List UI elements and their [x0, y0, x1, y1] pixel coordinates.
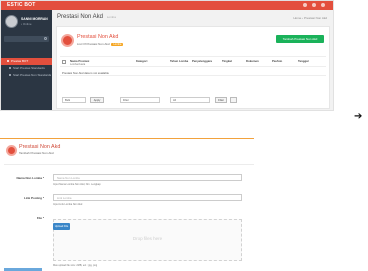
filter-select[interactable]: All [170, 97, 210, 103]
page-title-sub: Lomba [106, 15, 116, 19]
sidebar-item-non-standards[interactable]: Start Prestas Non Standards [1, 72, 52, 79]
top-navbar [52, 1, 333, 10]
sidebar-item-label: Start Prestas Standards [13, 66, 45, 70]
user-name: SANNI MORRAN [21, 17, 48, 21]
arrow-icon: ➔ [354, 111, 363, 122]
filter-button[interactable]: Filter [215, 97, 227, 103]
column-header[interactable]: Penyelenggara [192, 59, 212, 63]
column-header: Lomba/Juara [70, 63, 86, 66]
add-prestasi-button[interactable]: Tambah Prestasi Non Akd [276, 35, 324, 43]
upload-file-button[interactable]: Upload File [53, 223, 70, 230]
app-brand: ESTIC BOT [1, 1, 52, 10]
settings-icon[interactable] [321, 3, 325, 7]
file-dropzone[interactable]: Drop files here [53, 219, 242, 261]
content-card: Prestasi Non Akd List Of Prestasi Non Ak… [56, 26, 330, 109]
column-header[interactable]: Dokumen [246, 59, 259, 63]
link-posting-input[interactable]: Link Lomba [53, 194, 242, 201]
column-header[interactable]: Pasfoto [272, 59, 282, 63]
circle-icon [9, 74, 11, 77]
filter-input[interactable]: Filter [120, 97, 160, 103]
card-title: Prestasi Non Akd [77, 34, 119, 40]
divider [4, 164, 254, 165]
column-header[interactable]: Kategori [136, 59, 147, 63]
sidebar-item-prestas-bot[interactable]: Prestas BOT [1, 58, 52, 65]
user-status: • Online [21, 22, 32, 26]
sidebar-item-standards[interactable]: Start Prestas Standards [1, 65, 52, 72]
logo-icon [6, 145, 17, 156]
logo-icon [61, 34, 74, 47]
user-icon[interactable] [312, 3, 316, 7]
column-header[interactable]: Tingkat [222, 59, 232, 63]
menu-icon [7, 60, 9, 63]
form-title: Prestasi Non Akd [19, 144, 61, 150]
link-posting-label: Link Posting * [23, 196, 44, 200]
dropzone-text: Drop files here [132, 236, 163, 241]
user-panel: SANNI MORRAN • Online [1, 10, 52, 36]
form-page-screenshot: Prestasi Non Akd Tambah Prestasi Non Akd… [0, 138, 254, 271]
status-badge: Lomba [111, 43, 124, 46]
nama-lomba-label: Nama Non Lomba * [16, 176, 44, 180]
card-subtitle-text: List Of Prestasi Non Akd [77, 42, 110, 46]
column-header[interactable]: Tanggal [298, 59, 309, 63]
form-subtitle: Tambah Prestasi Non Akd [19, 151, 54, 155]
select-all-checkbox[interactable] [62, 60, 66, 64]
bulk-select[interactable]: Bulk [62, 97, 86, 103]
avatar[interactable] [5, 15, 18, 28]
sidebar: ESTIC BOT SANNI MORRAN • Online Prestas … [1, 1, 52, 110]
search-icon[interactable] [44, 37, 47, 40]
apply-button[interactable]: Apply [90, 97, 104, 103]
bulk-action-bar: Bulk Apply Filter All Filter [60, 95, 326, 105]
notification-icon[interactable] [303, 3, 307, 7]
divider [0, 138, 254, 139]
link-posting-help: Input Link Lomba Non Akd [53, 203, 83, 206]
sidebar-item-label: Start Prestas Non Standards [13, 73, 52, 77]
page-title: Prestasi Non Akd Lomba [57, 14, 116, 20]
empty-message: Prestasi Non Akd data is not available [62, 71, 109, 75]
sidebar-item-label: Prestas BOT [11, 59, 29, 63]
page-title-text: Prestasi Non Akd [57, 14, 104, 20]
nama-lomba-help: Input Nama Lomba Non Akd, Nm. Lengkap [53, 183, 101, 186]
reset-icon[interactable] [230, 97, 237, 103]
card-subtitle: List Of Prestasi Non Akd Lomba [77, 42, 124, 46]
table-row: Prestasi Non Akd data is not available [60, 69, 326, 76]
file-help: Max upload file size: 2MB, ext : jpg, pn… [53, 264, 98, 267]
file-label: File * [36, 216, 44, 220]
table-header: Nama Prestasi Lomba/Juara Kategori Tahun… [60, 56, 326, 67]
nama-lomba-input[interactable]: Nama Non Lomba [53, 174, 242, 181]
list-page-screenshot: ESTIC BOT SANNI MORRAN • Online Prestas … [0, 0, 334, 111]
sidebar-search-input[interactable] [4, 36, 49, 42]
breadcrumb[interactable]: Home › Prestasi Non Akd [293, 16, 327, 20]
circle-icon [9, 67, 11, 70]
column-header[interactable]: Tahun Lomba [170, 59, 188, 63]
